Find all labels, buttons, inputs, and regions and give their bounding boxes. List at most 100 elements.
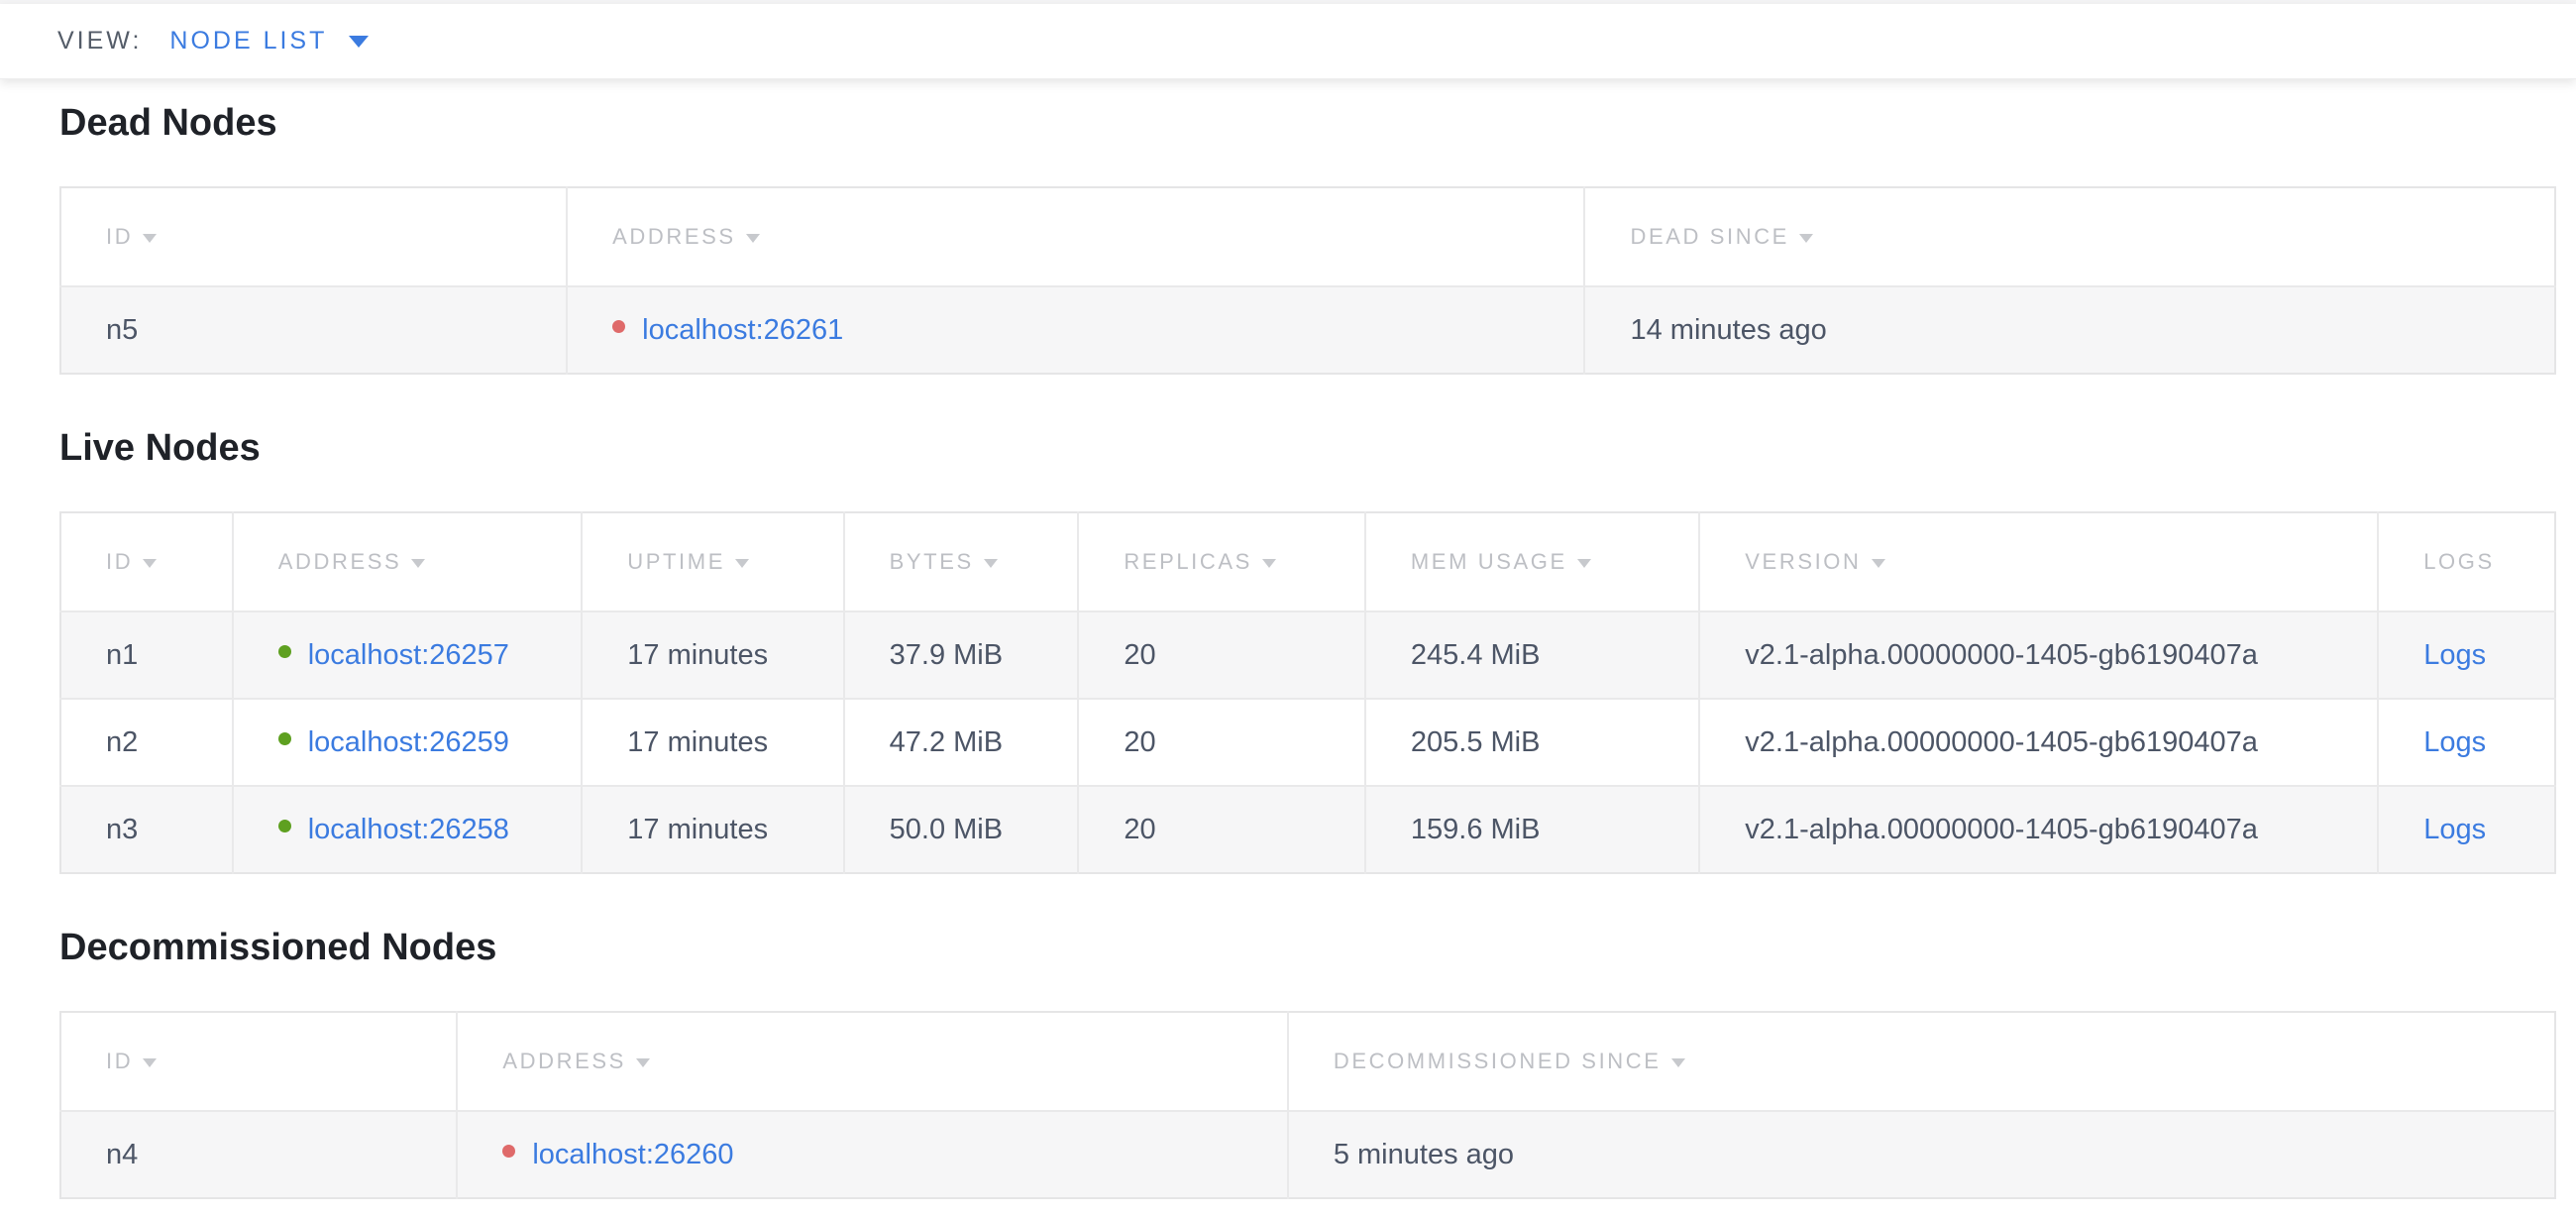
cell-version: v2.1-alpha.00000000-1405-gb6190407a [1699,786,2378,873]
column-label: UPTIME [627,549,725,574]
live-status-dot-icon [278,732,291,745]
column-label: LOGS [2423,549,2495,574]
cell-version: v2.1-alpha.00000000-1405-gb6190407a [1699,611,2378,699]
column-header-address[interactable]: ADDRESS [457,1012,1287,1111]
live-status-dot-icon [278,645,291,658]
cell-logs: Logs [2378,611,2555,699]
cell-id: n1 [60,611,233,699]
table-header-row: ID ADDRESS UPTIME BYTES REPLICAS MEM USAGE VER… [60,512,2555,611]
sort-arrow-icon [143,559,157,568]
column-header-decommissioned-since[interactable]: DECOMMISSIONED SINCE [1288,1012,2555,1111]
column-header-bytes[interactable]: BYTES [844,512,1079,611]
live-status-dot-icon [278,820,291,832]
address-link[interactable]: localhost:26259 [308,726,509,758]
sort-arrow-icon [1799,234,1813,243]
live-nodes-section: Live Nodes ID ADDRESS UPTIME BYTES REPLICAS M… [59,426,2556,874]
column-header-id[interactable]: ID [60,1012,457,1111]
cell-uptime: 17 minutes [582,611,843,699]
cell-id: n2 [60,699,233,786]
logs-link[interactable]: Logs [2423,639,2486,671]
cell-mem-usage: 159.6 MiB [1365,786,1699,873]
sort-arrow-icon [984,559,998,568]
dead-status-dot-icon [612,320,625,333]
table-row: n5 localhost:26261 14 minutes ago [60,286,2555,374]
cell-replicas: 20 [1078,786,1365,873]
cell-dead-since: 14 minutes ago [1584,286,2555,374]
column-label: BYTES [890,549,974,574]
view-selector-dropdown[interactable]: NODE LIST [169,27,369,55]
column-label: ID [106,224,133,249]
column-header-uptime[interactable]: UPTIME [582,512,843,611]
logs-link[interactable]: Logs [2423,814,2486,845]
node-table: ID ADDRESS DECOMMISSIONED SINCE n4 localhos… [59,1011,2556,1199]
table-row: n4localhost:262605 minutes ago [60,1111,2555,1198]
live-nodes-title: Live Nodes [59,426,2556,470]
cell-uptime: 17 minutes [582,786,843,873]
cell-address: localhost:26261 [567,286,1584,374]
cell-replicas: 20 [1078,699,1365,786]
column-label: REPLICAS [1124,549,1252,574]
column-header-id[interactable]: ID [60,187,567,286]
cell-bytes: 37.9 MiB [844,611,1079,699]
address-link[interactable]: localhost:26261 [642,314,843,346]
column-header-mem-usage[interactable]: MEM USAGE [1365,512,1699,611]
column-label: ID [106,1049,133,1073]
column-header-address[interactable]: ADDRESS [567,187,1584,286]
sort-arrow-icon [735,559,749,568]
view-bar: VIEW: NODE LIST [0,4,2576,79]
address-link[interactable]: localhost:26258 [308,814,509,845]
cell-id: n4 [60,1111,457,1198]
column-label: MEM USAGE [1411,549,1567,574]
cell-address: localhost:26258 [233,786,583,873]
table-row: n3 localhost:26258 17 minutes50.0 MiB20159… [60,786,2555,873]
column-label: ID [106,549,133,574]
cell-mem-usage: 245.4 MiB [1365,611,1699,699]
cell-replicas: 20 [1078,611,1365,699]
table-row: n2 localhost:26259 17 minutes47.2 MiB20205… [60,699,2555,786]
logs-link[interactable]: Logs [2423,726,2486,758]
chevron-down-icon [349,36,369,48]
sort-arrow-icon [636,1058,650,1067]
cell-address: localhost:26259 [233,699,583,786]
column-label: VERSION [1745,549,1861,574]
decommissioned-status-dot-icon [502,1145,515,1158]
cell-bytes: 50.0 MiB [844,786,1079,873]
cell-id: n3 [60,786,233,873]
column-label: DEAD SINCE [1630,224,1788,249]
view-label: VIEW: [57,27,142,55]
cell-logs: Logs [2378,699,2555,786]
cell-address: localhost:26260 [457,1111,1287,1198]
column-header-dead-since[interactable]: DEAD SINCE [1584,187,2555,286]
column-label: ADDRESS [612,224,736,249]
cell-id: n5 [60,286,567,374]
sort-arrow-icon [1577,559,1591,568]
column-header-version[interactable]: VERSION [1699,512,2378,611]
sort-arrow-icon [1262,559,1276,568]
node-table: ID ADDRESS DEAD SINCE n5 localhost:26261 14 … [59,186,2556,375]
sort-arrow-icon [1671,1058,1685,1067]
dead-nodes-section: Dead Nodes ID ADDRESS DEAD SINCE n5 localho… [59,101,2556,375]
column-header-id[interactable]: ID [60,512,233,611]
cell-bytes: 47.2 MiB [844,699,1079,786]
node-table: ID ADDRESS UPTIME BYTES REPLICAS MEM USAGE VER… [59,511,2556,874]
sort-arrow-icon [411,559,425,568]
column-label: DECOMMISSIONED SINCE [1334,1049,1662,1073]
cell-uptime: 17 minutes [582,699,843,786]
dead-nodes-title: Dead Nodes [59,101,2556,145]
address-link[interactable]: localhost:26260 [532,1139,733,1170]
column-header-address[interactable]: ADDRESS [233,512,583,611]
view-selected-value: NODE LIST [169,27,327,55]
cell-address: localhost:26257 [233,611,583,699]
column-header-replicas[interactable]: REPLICAS [1078,512,1365,611]
address-link[interactable]: localhost:26257 [308,639,509,671]
column-label: ADDRESS [278,549,402,574]
decommissioned-nodes-title: Decommissioned Nodes [59,926,2556,969]
cell-mem-usage: 205.5 MiB [1365,699,1699,786]
sort-arrow-icon [143,234,157,243]
table-header-row: ID ADDRESS DECOMMISSIONED SINCE [60,1012,2555,1111]
column-label: ADDRESS [502,1049,626,1073]
sort-arrow-icon [143,1058,157,1067]
sort-arrow-icon [746,234,760,243]
column-header-logs: LOGS [2378,512,2555,611]
decommissioned-nodes-section: Decommissioned Nodes ID ADDRESS DECOMMISSI… [59,926,2556,1199]
